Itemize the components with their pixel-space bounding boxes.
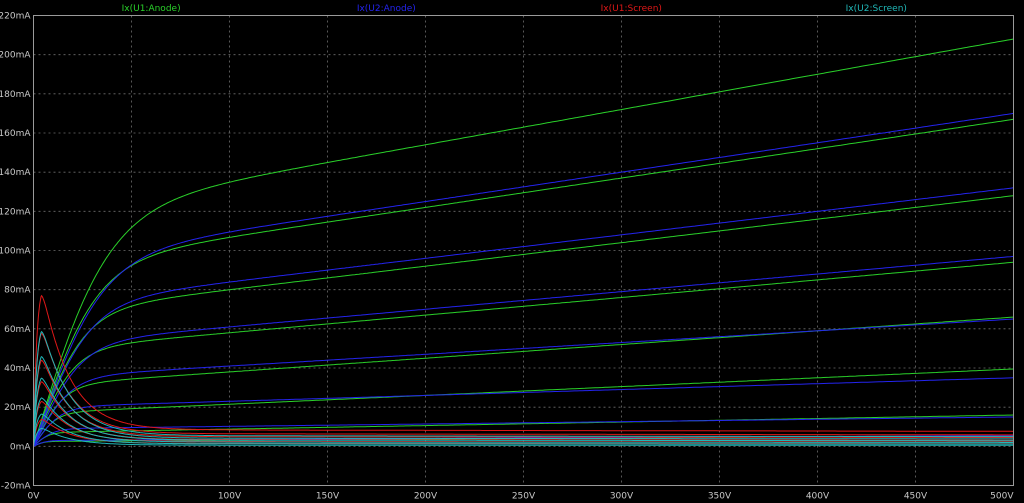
- x-axis-ticks: 0V 50V 100V 150V 200V 250V 300V 350V 400V 450V 500…: [28, 492, 1015, 502]
- x-tick-label: 350V: [708, 492, 732, 502]
- data-curves: [33, 38, 1014, 447]
- x-tick-label: 450V: [904, 492, 928, 502]
- legend-entry: Ix(U1:Anode): [122, 4, 181, 14]
- grid-lines: [33, 15, 1014, 486]
- x-tick-label: 200V: [414, 492, 438, 502]
- y-tick-label: 220mA: [0, 12, 31, 22]
- x-tick-label: 250V: [512, 492, 536, 502]
- x-tick-label: 150V: [316, 492, 340, 502]
- y-tick-label: 120mA: [0, 207, 31, 217]
- y-tick-label: 160mA: [0, 129, 31, 139]
- y-tick-label: 180mA: [0, 90, 31, 100]
- x-tick-label: 500V: [990, 492, 1014, 502]
- y-tick-label: 80mA: [4, 286, 31, 296]
- y-tick-label: -20mA: [1, 482, 31, 492]
- legend-entry: Ix(U2:Anode): [357, 4, 416, 14]
- legend: Ix(U1:Anode) Ix(U2:Anode) Ix(U1:Screen) Ix(…: [122, 4, 907, 14]
- y-tick-label: 60mA: [4, 325, 31, 335]
- y-tick-label: 20mA: [4, 403, 31, 413]
- x-tick-label: 0V: [28, 492, 41, 502]
- x-tick-label: 50V: [123, 492, 141, 502]
- chart-plot: 220mA 200mA 180mA 160mA 140mA 120mA 100mA 80mA 6…: [0, 4, 1015, 502]
- y-tick-label: 140mA: [0, 168, 31, 178]
- y-tick-label: 40mA: [4, 364, 31, 374]
- x-tick-label: 400V: [806, 492, 830, 502]
- legend-entry: Ix(U2:Screen): [846, 4, 907, 14]
- legend-entry: Ix(U1:Screen): [601, 4, 662, 14]
- y-tick-label: 100mA: [0, 247, 31, 257]
- y-axis-ticks: 220mA 200mA 180mA 160mA 140mA 120mA 100mA 80mA 6…: [0, 12, 31, 492]
- y-tick-label: 200mA: [0, 51, 31, 61]
- x-tick-label: 100V: [218, 492, 242, 502]
- y-tick-label: 0mA: [10, 442, 31, 452]
- x-tick-label: 300V: [610, 492, 634, 502]
